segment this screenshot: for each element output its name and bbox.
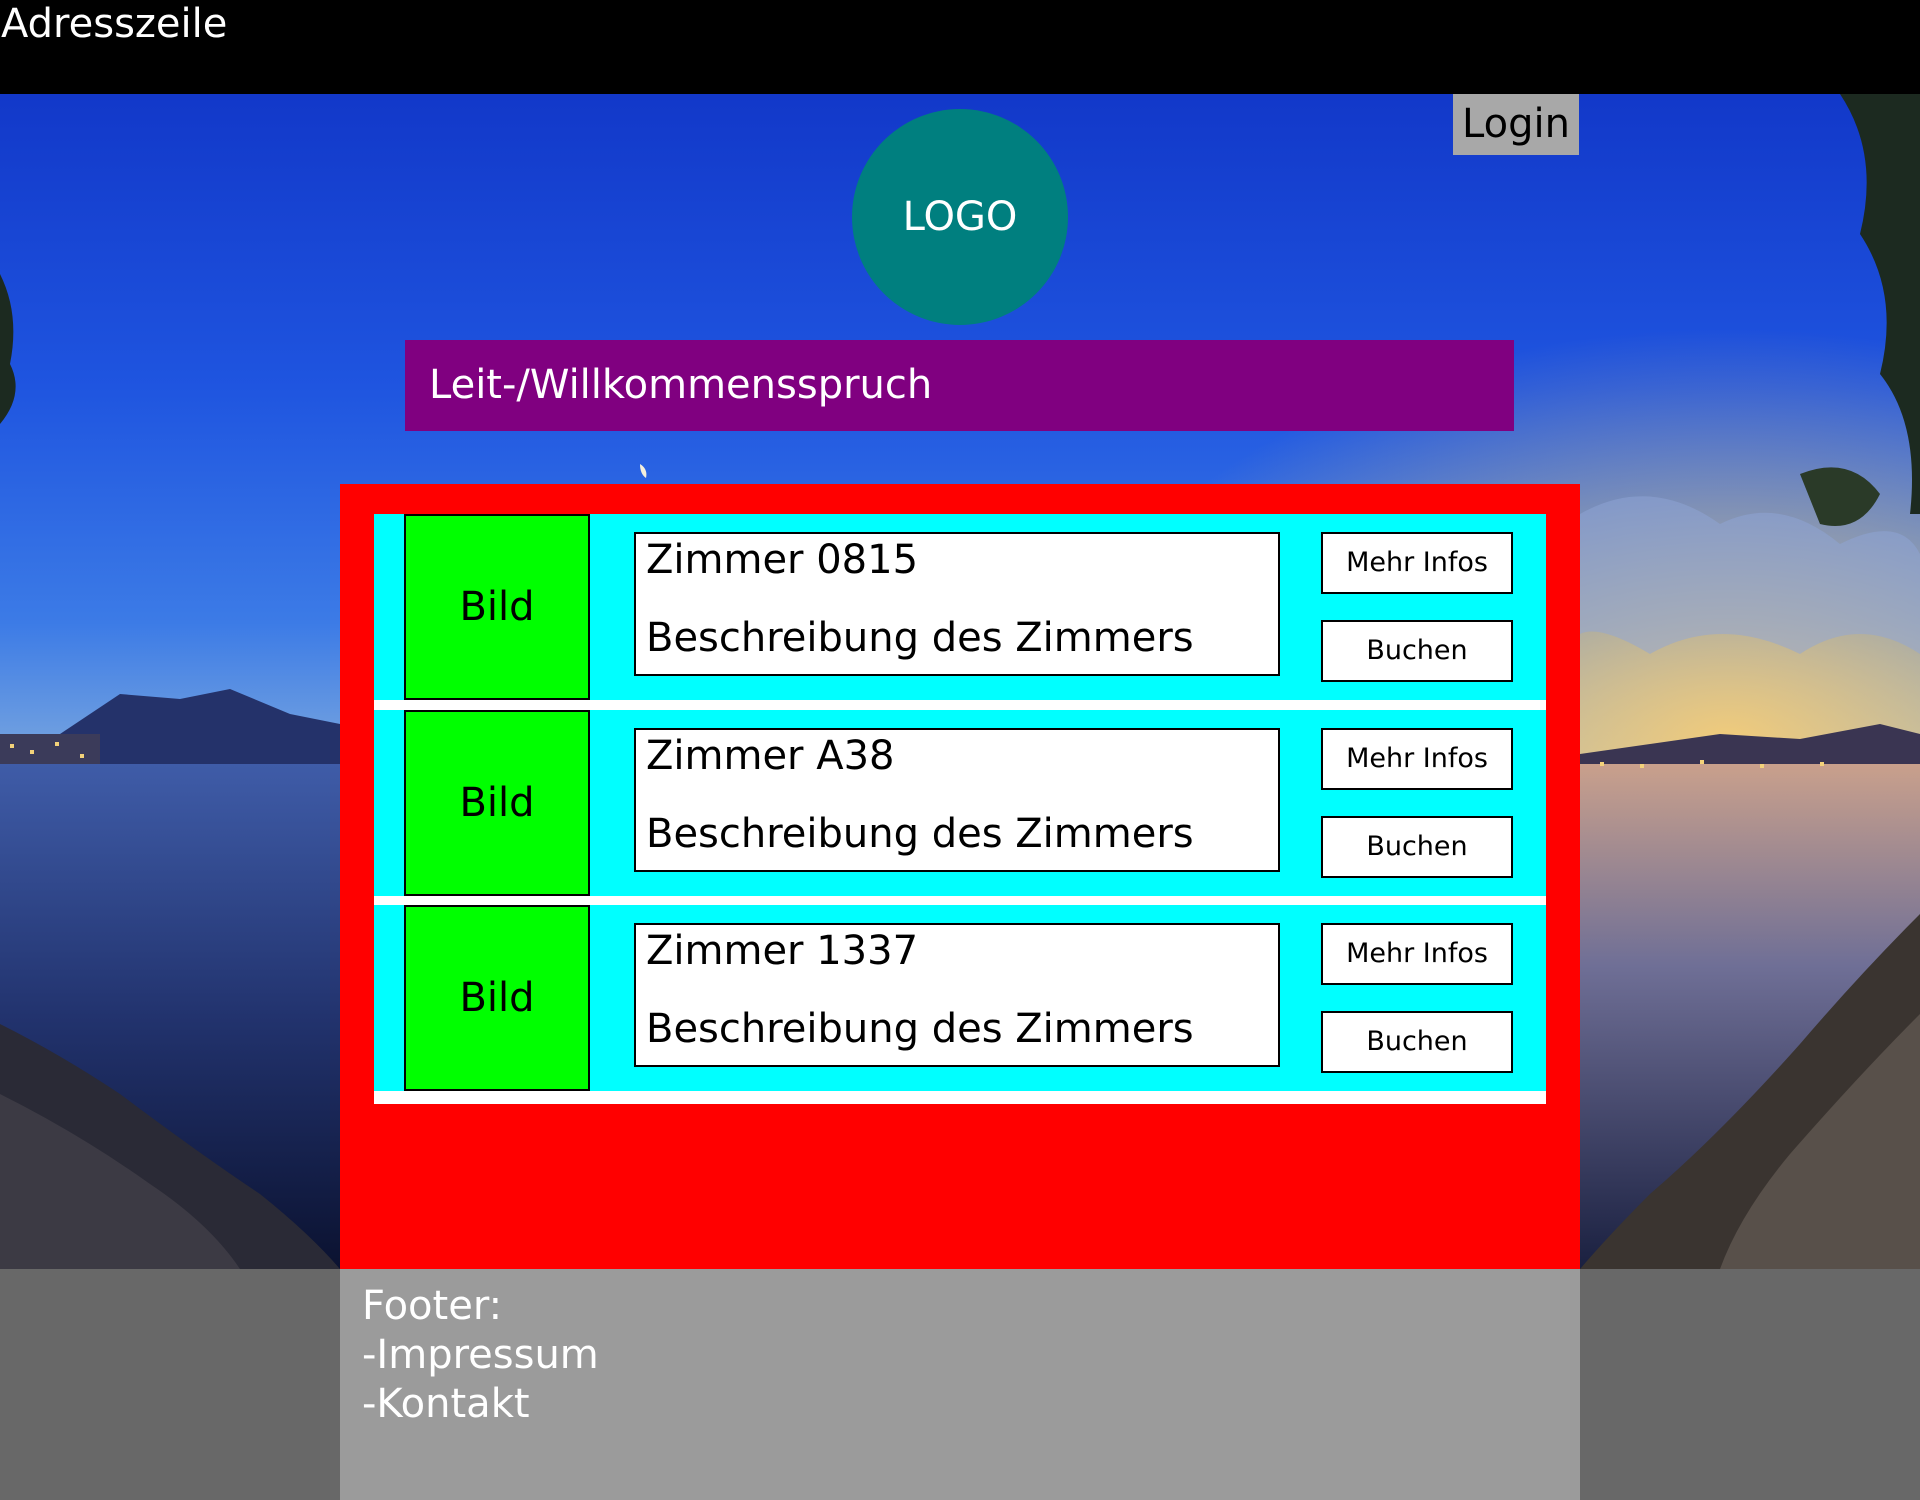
book-button[interactable]: Buchen	[1321, 816, 1513, 878]
room-name: Zimmer A38	[646, 733, 895, 779]
room-image-placeholder[interactable]: Bild	[404, 710, 590, 896]
room-name: Zimmer 1337	[646, 928, 919, 974]
room-card: Bild Zimmer 1337 Beschreibung des Zimmer…	[374, 905, 1546, 1091]
room-description: Beschreibung des Zimmers	[646, 1006, 1194, 1052]
room-info-box: Zimmer 1337 Beschreibung des Zimmers	[634, 923, 1280, 1067]
main-content-area: Bild Zimmer 0815 Beschreibung des Zimmer…	[340, 484, 1580, 1269]
book-button[interactable]: Buchen	[1321, 620, 1513, 682]
room-info-box: Zimmer A38 Beschreibung des Zimmers	[634, 728, 1280, 872]
footer-link-kontakt[interactable]: -Kontakt	[362, 1379, 530, 1429]
book-button[interactable]: Buchen	[1321, 1011, 1513, 1073]
login-button[interactable]: Login	[1453, 94, 1579, 155]
room-list: Bild Zimmer 0815 Beschreibung des Zimmer…	[374, 514, 1546, 1104]
footer-heading: Footer:	[362, 1283, 503, 1329]
more-info-button[interactable]: Mehr Infos	[1321, 728, 1513, 790]
room-description: Beschreibung des Zimmers	[646, 615, 1194, 661]
room-image-placeholder[interactable]: Bild	[404, 514, 590, 700]
room-description: Beschreibung des Zimmers	[646, 811, 1194, 857]
room-info-box: Zimmer 0815 Beschreibung des Zimmers	[634, 532, 1280, 676]
footer-link-impressum[interactable]: -Impressum	[362, 1330, 599, 1380]
footer-content: Footer: -Impressum -Kontakt	[340, 1269, 1580, 1500]
logo[interactable]: LOGO	[852, 109, 1068, 325]
room-card: Bild Zimmer A38 Beschreibung des Zimmers…	[374, 710, 1546, 896]
address-bar[interactable]: Adresszeile	[0, 0, 1920, 94]
more-info-button[interactable]: Mehr Infos	[1321, 532, 1513, 594]
more-info-button[interactable]: Mehr Infos	[1321, 923, 1513, 985]
slogan-banner: Leit-/Willkommensspruch	[405, 340, 1514, 431]
room-card: Bild Zimmer 0815 Beschreibung des Zimmer…	[374, 514, 1546, 700]
footer: Footer: -Impressum -Kontakt	[0, 1269, 1920, 1500]
room-name: Zimmer 0815	[646, 537, 919, 583]
page: Adresszeile Login LOGO Leit-/Willkommens…	[0, 0, 1920, 1500]
room-image-placeholder[interactable]: Bild	[404, 905, 590, 1091]
address-bar-label: Adresszeile	[1, 1, 228, 47]
